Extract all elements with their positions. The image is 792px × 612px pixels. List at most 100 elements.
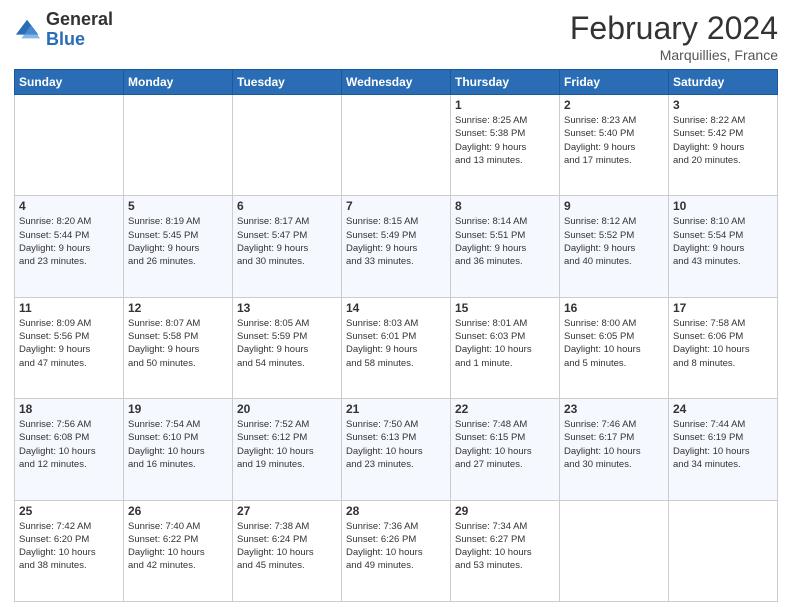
day-number: 17 bbox=[673, 301, 773, 315]
day-info: Sunrise: 7:48 AM Sunset: 6:15 PM Dayligh… bbox=[455, 418, 555, 471]
weekday-sunday: Sunday bbox=[15, 70, 124, 95]
day-info: Sunrise: 8:01 AM Sunset: 6:03 PM Dayligh… bbox=[455, 317, 555, 370]
day-number: 23 bbox=[564, 402, 664, 416]
day-info: Sunrise: 8:05 AM Sunset: 5:59 PM Dayligh… bbox=[237, 317, 337, 370]
weekday-saturday: Saturday bbox=[669, 70, 778, 95]
day-number: 4 bbox=[19, 199, 119, 213]
day-info: Sunrise: 8:09 AM Sunset: 5:56 PM Dayligh… bbox=[19, 317, 119, 370]
day-cell: 16 Sunrise: 8:00 AM Sunset: 6:05 PM Dayli… bbox=[560, 297, 669, 398]
location-label: Marquillies, France bbox=[570, 47, 778, 63]
day-cell: 10Sunrise: 8:10 AM Sunset: 5:54 PM Dayli… bbox=[669, 196, 778, 297]
day-cell: 21 Sunrise: 7:50 AM Sunset: 6:13 PM Dayli… bbox=[342, 399, 451, 500]
day-cell bbox=[342, 95, 451, 196]
day-cell: 1Sunrise: 8:25 AM Sunset: 5:38 PM Daylig… bbox=[451, 95, 560, 196]
day-number: 24 bbox=[673, 402, 773, 416]
day-cell: 28Sunrise: 7:36 AM Sunset: 6:26 PM Dayli… bbox=[342, 500, 451, 601]
day-info: Sunrise: 8:23 AM Sunset: 5:40 PM Dayligh… bbox=[564, 114, 664, 167]
day-number: 8 bbox=[455, 199, 555, 213]
weekday-tuesday: Tuesday bbox=[233, 70, 342, 95]
day-info: Sunrise: 7:46 AM Sunset: 6:17 PM Dayligh… bbox=[564, 418, 664, 471]
logo-icon bbox=[14, 16, 42, 44]
day-info: Sunrise: 8:19 AM Sunset: 5:45 PM Dayligh… bbox=[128, 215, 228, 268]
day-cell: 24 Sunrise: 7:44 AM Sunset: 6:19 PM Dayli… bbox=[669, 399, 778, 500]
day-cell: 5 Sunrise: 8:19 AM Sunset: 5:45 PM Daylig… bbox=[124, 196, 233, 297]
header-right: February 2024 Marquillies, France bbox=[570, 10, 778, 63]
day-info: Sunrise: 8:20 AM Sunset: 5:44 PM Dayligh… bbox=[19, 215, 119, 268]
day-number: 12 bbox=[128, 301, 228, 315]
day-info: Sunrise: 7:40 AM Sunset: 6:22 PM Dayligh… bbox=[128, 520, 228, 573]
header: General Blue February 2024 Marquillies, … bbox=[14, 10, 778, 63]
day-info: Sunrise: 7:38 AM Sunset: 6:24 PM Dayligh… bbox=[237, 520, 337, 573]
day-cell: 19Sunrise: 7:54 AM Sunset: 6:10 PM Dayli… bbox=[124, 399, 233, 500]
day-cell: 17Sunrise: 7:58 AM Sunset: 6:06 PM Dayli… bbox=[669, 297, 778, 398]
day-cell: 4 Sunrise: 8:20 AM Sunset: 5:44 PM Daylig… bbox=[15, 196, 124, 297]
weekday-monday: Monday bbox=[124, 70, 233, 95]
day-cell: 25 Sunrise: 7:42 AM Sunset: 6:20 PM Dayli… bbox=[15, 500, 124, 601]
day-cell: 13 Sunrise: 8:05 AM Sunset: 5:59 PM Dayli… bbox=[233, 297, 342, 398]
day-number: 20 bbox=[237, 402, 337, 416]
day-number: 2 bbox=[564, 98, 664, 112]
day-info: Sunrise: 7:44 AM Sunset: 6:19 PM Dayligh… bbox=[673, 418, 773, 471]
day-info: Sunrise: 7:50 AM Sunset: 6:13 PM Dayligh… bbox=[346, 418, 446, 471]
week-row-1: 1Sunrise: 8:25 AM Sunset: 5:38 PM Daylig… bbox=[15, 95, 778, 196]
page: General Blue February 2024 Marquillies, … bbox=[0, 0, 792, 612]
day-number: 29 bbox=[455, 504, 555, 518]
day-info: Sunrise: 8:17 AM Sunset: 5:47 PM Dayligh… bbox=[237, 215, 337, 268]
day-info: Sunrise: 7:54 AM Sunset: 6:10 PM Dayligh… bbox=[128, 418, 228, 471]
day-cell: 3Sunrise: 8:22 AM Sunset: 5:42 PM Daylig… bbox=[669, 95, 778, 196]
day-cell: 2 Sunrise: 8:23 AM Sunset: 5:40 PM Daylig… bbox=[560, 95, 669, 196]
day-cell: 15 Sunrise: 8:01 AM Sunset: 6:03 PM Dayli… bbox=[451, 297, 560, 398]
day-info: Sunrise: 7:52 AM Sunset: 6:12 PM Dayligh… bbox=[237, 418, 337, 471]
week-row-5: 25 Sunrise: 7:42 AM Sunset: 6:20 PM Dayli… bbox=[15, 500, 778, 601]
day-info: Sunrise: 8:07 AM Sunset: 5:58 PM Dayligh… bbox=[128, 317, 228, 370]
day-number: 6 bbox=[237, 199, 337, 213]
day-cell: 26 Sunrise: 7:40 AM Sunset: 6:22 PM Dayli… bbox=[124, 500, 233, 601]
month-year-title: February 2024 bbox=[570, 10, 778, 47]
day-number: 13 bbox=[237, 301, 337, 315]
logo: General Blue bbox=[14, 10, 113, 50]
weekday-thursday: Thursday bbox=[451, 70, 560, 95]
day-number: 15 bbox=[455, 301, 555, 315]
weekday-header-row: SundayMondayTuesdayWednesdayThursdayFrid… bbox=[15, 70, 778, 95]
day-info: Sunrise: 8:14 AM Sunset: 5:51 PM Dayligh… bbox=[455, 215, 555, 268]
week-row-4: 18Sunrise: 7:56 AM Sunset: 6:08 PM Dayli… bbox=[15, 399, 778, 500]
day-cell: 12 Sunrise: 8:07 AM Sunset: 5:58 PM Dayli… bbox=[124, 297, 233, 398]
week-row-3: 11 Sunrise: 8:09 AM Sunset: 5:56 PM Dayli… bbox=[15, 297, 778, 398]
day-cell: 22Sunrise: 7:48 AM Sunset: 6:15 PM Dayli… bbox=[451, 399, 560, 500]
day-info: Sunrise: 7:36 AM Sunset: 6:26 PM Dayligh… bbox=[346, 520, 446, 573]
day-cell: 20 Sunrise: 7:52 AM Sunset: 6:12 PM Dayli… bbox=[233, 399, 342, 500]
logo-general-text: General bbox=[46, 10, 113, 30]
day-number: 5 bbox=[128, 199, 228, 213]
day-cell: 6 Sunrise: 8:17 AM Sunset: 5:47 PM Daylig… bbox=[233, 196, 342, 297]
day-info: Sunrise: 8:03 AM Sunset: 6:01 PM Dayligh… bbox=[346, 317, 446, 370]
day-info: Sunrise: 8:00 AM Sunset: 6:05 PM Dayligh… bbox=[564, 317, 664, 370]
calendar-table: SundayMondayTuesdayWednesdayThursdayFrid… bbox=[14, 69, 778, 602]
day-number: 26 bbox=[128, 504, 228, 518]
day-cell bbox=[124, 95, 233, 196]
day-number: 21 bbox=[346, 402, 446, 416]
day-number: 3 bbox=[673, 98, 773, 112]
day-number: 7 bbox=[346, 199, 446, 213]
logo-text: General Blue bbox=[46, 10, 113, 50]
day-info: Sunrise: 7:34 AM Sunset: 6:27 PM Dayligh… bbox=[455, 520, 555, 573]
day-number: 11 bbox=[19, 301, 119, 315]
day-cell: 7 Sunrise: 8:15 AM Sunset: 5:49 PM Daylig… bbox=[342, 196, 451, 297]
day-number: 18 bbox=[19, 402, 119, 416]
day-cell: 27Sunrise: 7:38 AM Sunset: 6:24 PM Dayli… bbox=[233, 500, 342, 601]
day-cell bbox=[560, 500, 669, 601]
day-cell: 29 Sunrise: 7:34 AM Sunset: 6:27 PM Dayli… bbox=[451, 500, 560, 601]
day-number: 25 bbox=[19, 504, 119, 518]
day-cell: 8 Sunrise: 8:14 AM Sunset: 5:51 PM Daylig… bbox=[451, 196, 560, 297]
week-row-2: 4 Sunrise: 8:20 AM Sunset: 5:44 PM Daylig… bbox=[15, 196, 778, 297]
day-info: Sunrise: 8:15 AM Sunset: 5:49 PM Dayligh… bbox=[346, 215, 446, 268]
day-info: Sunrise: 8:25 AM Sunset: 5:38 PM Dayligh… bbox=[455, 114, 555, 167]
day-number: 10 bbox=[673, 199, 773, 213]
day-cell: 18Sunrise: 7:56 AM Sunset: 6:08 PM Dayli… bbox=[15, 399, 124, 500]
day-cell: 11 Sunrise: 8:09 AM Sunset: 5:56 PM Dayli… bbox=[15, 297, 124, 398]
logo-blue-text: Blue bbox=[46, 30, 113, 50]
day-cell: 9Sunrise: 8:12 AM Sunset: 5:52 PM Daylig… bbox=[560, 196, 669, 297]
day-info: Sunrise: 7:42 AM Sunset: 6:20 PM Dayligh… bbox=[19, 520, 119, 573]
day-number: 16 bbox=[564, 301, 664, 315]
day-cell: 23 Sunrise: 7:46 AM Sunset: 6:17 PM Dayli… bbox=[560, 399, 669, 500]
weekday-wednesday: Wednesday bbox=[342, 70, 451, 95]
